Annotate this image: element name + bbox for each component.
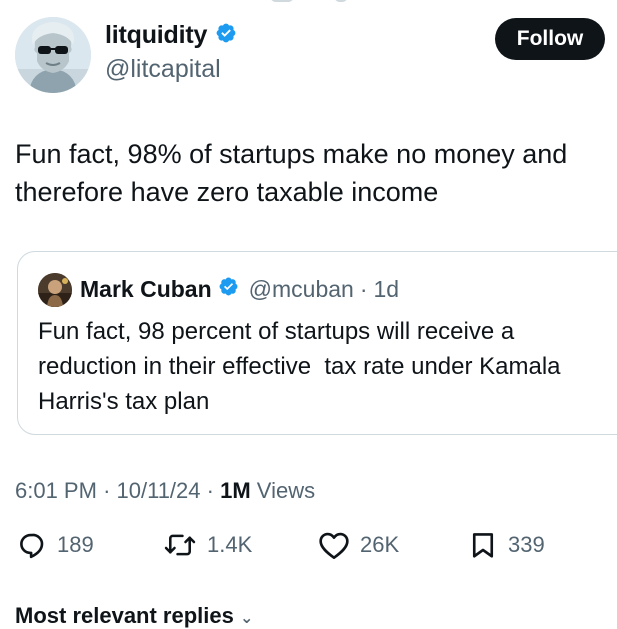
avatar-image [15, 17, 91, 93]
reply-bubble-icon [17, 530, 47, 560]
repost-count: 1.4K [207, 532, 253, 557]
tweet-text: Fun fact, 98% of startups make no money … [15, 135, 615, 211]
quoted-text-line: Fun fact, 98 percent of startups will re… [38, 318, 515, 345]
bookmark-icon [468, 530, 498, 560]
quoted-avatar-image [38, 273, 72, 307]
follow-button[interactable]: Follow [495, 18, 605, 60]
meta-separator: · [206, 478, 214, 503]
repost-action[interactable]: 1.4K [163, 530, 252, 560]
replies-sort-label: Most relevant replies [15, 603, 234, 628]
quoted-tweet-header: Mark Cuban @mcuban · 1d [80, 276, 399, 303]
author-display-name[interactable]: litquidity [105, 21, 207, 50]
quoted-author-handle: @mcuban [248, 276, 354, 302]
verified-badge-icon [215, 22, 237, 49]
repost-arrows-icon [163, 530, 197, 560]
tweet-time[interactable]: 6:01 PM [15, 478, 97, 503]
views-label: Views [256, 478, 316, 503]
bookmark-action[interactable]: 339 [468, 530, 545, 560]
tweet-text-line: therefore have zero taxable income [15, 177, 439, 207]
quoted-author-name[interactable]: Mark Cuban [80, 276, 212, 303]
reply-action[interactable]: 189 [17, 530, 94, 560]
reply-count: 189 [57, 532, 94, 557]
tweet-meta-line: 6:01 PM · 10/11/24 · 1M Views [15, 478, 315, 504]
quoted-author-avatar [38, 273, 72, 307]
tweet-date[interactable]: 10/11/24 [117, 478, 201, 503]
author-handle[interactable]: @litcapital [105, 55, 221, 84]
quoted-text-line: reduction in their effective tax rate un… [38, 353, 561, 380]
chevron-down-icon: ⌄ [240, 610, 254, 627]
views-count: 1M [220, 478, 251, 503]
like-action[interactable]: 26K [318, 530, 399, 560]
previous-content-sliver [0, 0, 617, 4]
meta-separator: · [103, 478, 111, 503]
bookmark-count: 339 [508, 532, 545, 557]
heart-icon [318, 530, 350, 560]
quoted-text-line: Harris's tax plan [38, 388, 210, 415]
like-count: 26K [360, 532, 400, 557]
quoted-tweet-age: 1d [373, 276, 400, 302]
quoted-separator: · [359, 276, 368, 302]
tweet-text-line: Fun fact, 98% of startups make no money … [15, 139, 568, 169]
verified-badge-icon [218, 276, 239, 303]
replies-sort-dropdown[interactable]: Most relevant replies ⌄ [15, 603, 253, 629]
author-avatar[interactable] [15, 17, 91, 93]
quoted-tweet-text: Fun fact, 98 percent of startups will re… [38, 314, 613, 419]
author-name-row: litquidity [105, 21, 237, 50]
